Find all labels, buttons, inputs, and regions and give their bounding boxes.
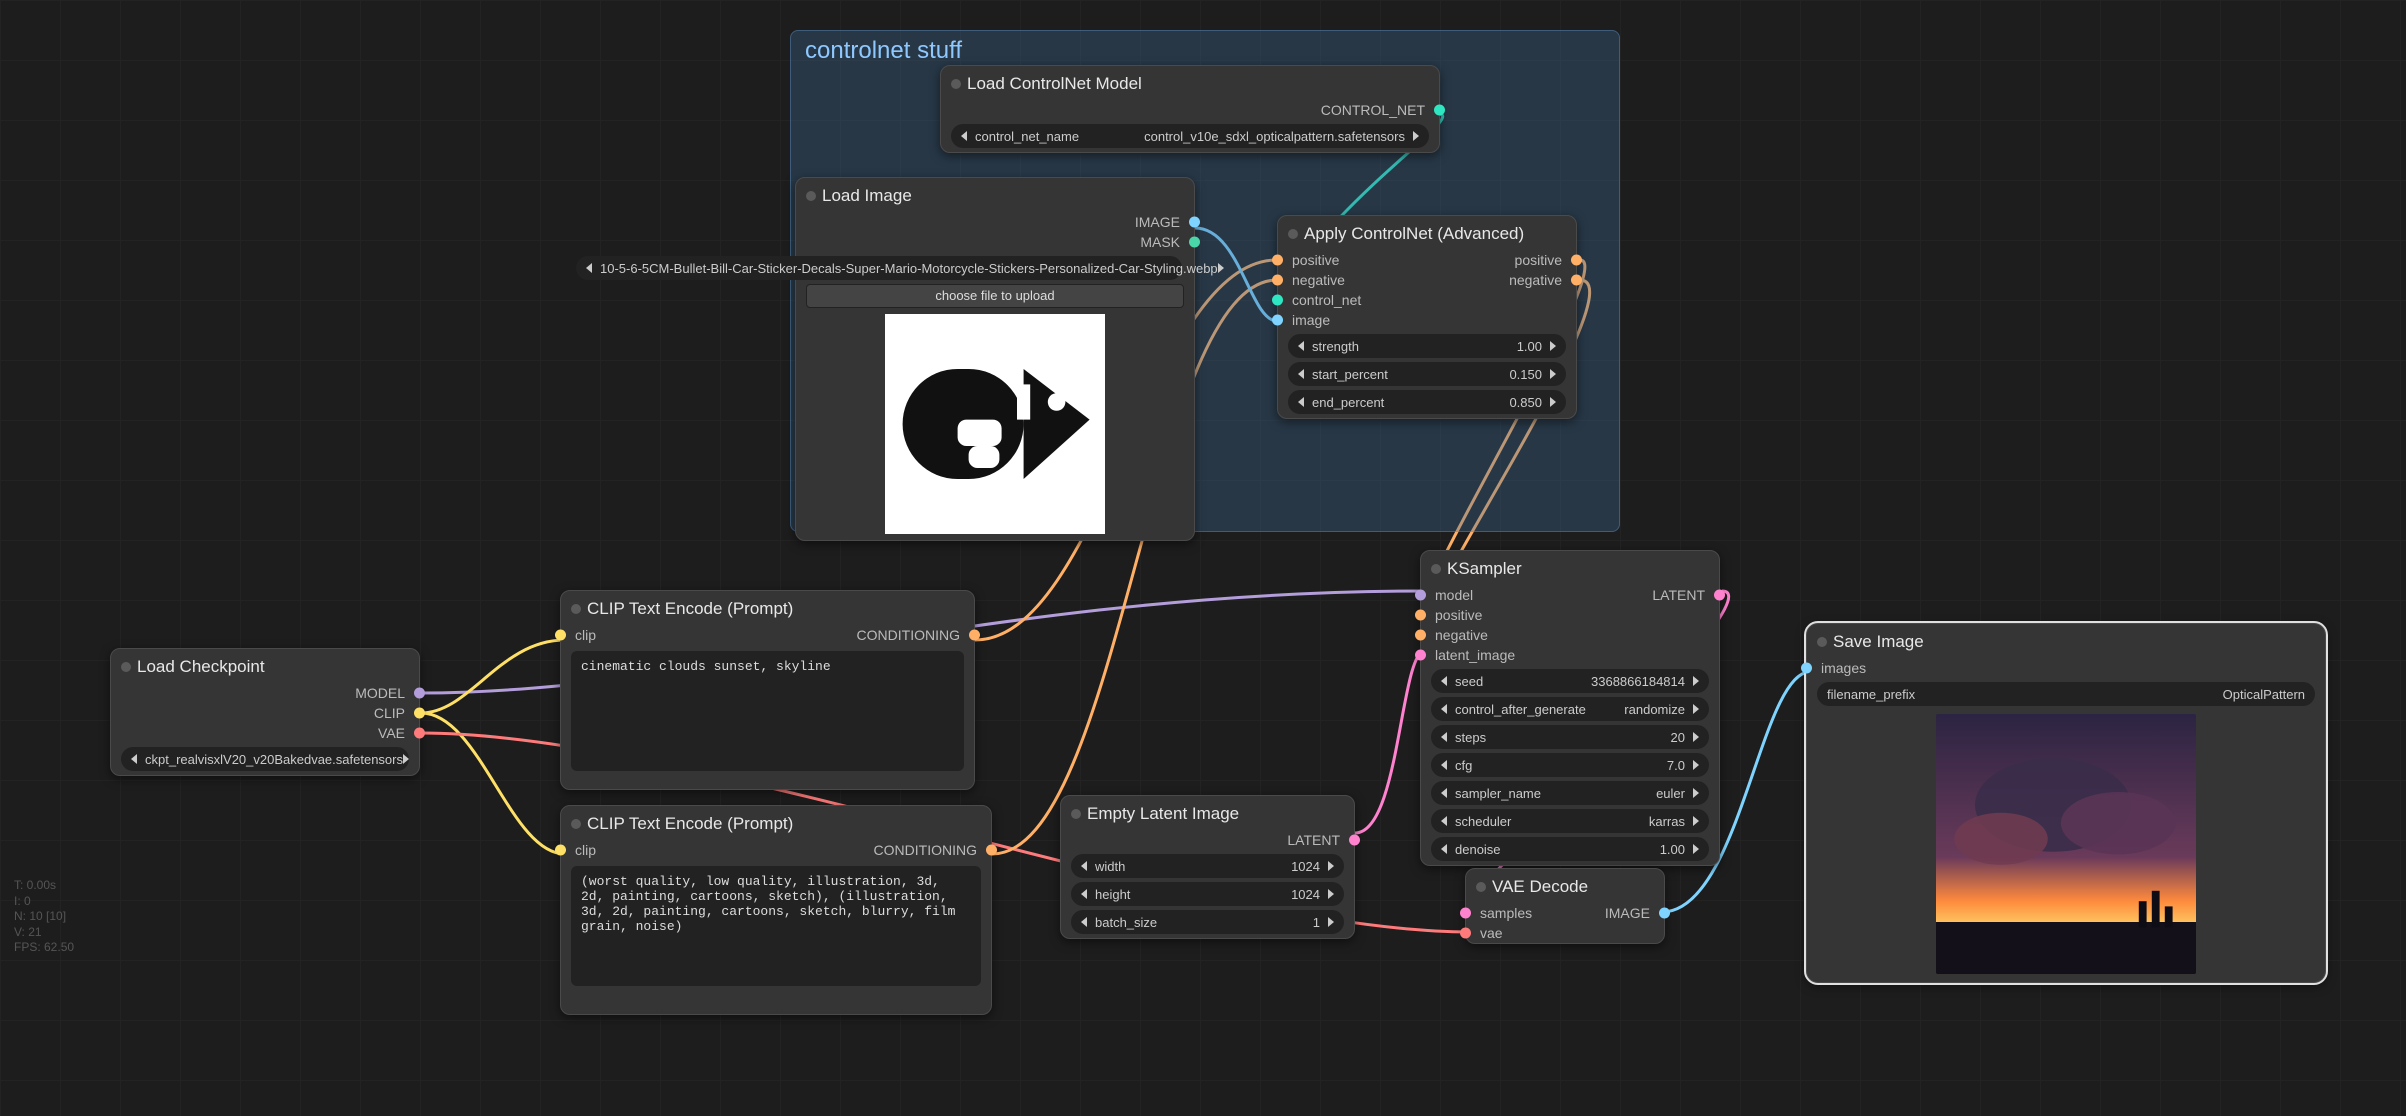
stats-overlay: T: 0.00s I: 0 N: 10 [10] V: 21 FPS: 62.5… <box>14 878 74 956</box>
node-load-controlnet-model[interactable]: Load ControlNet Model CONTROL_NET contro… <box>940 65 1440 153</box>
node-vae-decode[interactable]: VAE Decode samples vae IMAGE <box>1465 868 1665 944</box>
control-after-generate-field[interactable]: control_after_generaterandomize <box>1431 697 1709 721</box>
prompt-text[interactable]: cinematic clouds sunset, skyline <box>571 651 964 771</box>
node-load-checkpoint[interactable]: Load Checkpoint MODEL CLIP VAE ckpt_real… <box>110 648 420 776</box>
sampler-name-field[interactable]: sampler_nameeuler <box>1431 781 1709 805</box>
node-clip-negative[interactable]: CLIP Text Encode (Prompt) clip CONDITION… <box>560 805 992 1015</box>
image-preview <box>885 314 1105 534</box>
denoise-field[interactable]: denoise1.00 <box>1431 837 1709 861</box>
height-field[interactable]: height1024 <box>1071 882 1344 906</box>
control-net-name-field[interactable]: control_net_name control_v10e_sdxl_optic… <box>951 124 1429 148</box>
output-image-preview <box>1936 714 2196 974</box>
node-clip-positive[interactable]: CLIP Text Encode (Prompt) clip CONDITION… <box>560 590 975 790</box>
batch-size-field[interactable]: batch_size1 <box>1071 910 1344 934</box>
node-apply-controlnet[interactable]: Apply ControlNet (Advanced) positive neg… <box>1277 215 1577 419</box>
prompt-text[interactable]: (worst quality, low quality, illustratio… <box>571 866 981 986</box>
node-load-image[interactable]: Load Image IMAGE MASK 10-5-6-5CM-Bullet-… <box>795 177 1195 541</box>
strength-field[interactable]: strength1.00 <box>1288 334 1566 358</box>
start-percent-field[interactable]: start_percent0.150 <box>1288 362 1566 386</box>
node-title: Load Image <box>796 178 1194 212</box>
node-empty-latent[interactable]: Empty Latent Image LATENT width1024 heig… <box>1060 795 1355 939</box>
width-field[interactable]: width1024 <box>1071 854 1344 878</box>
node-ksampler[interactable]: KSampler model positive negative latent_… <box>1420 550 1720 866</box>
end-percent-field[interactable]: end_percent0.850 <box>1288 390 1566 414</box>
node-title: Apply ControlNet (Advanced) <box>1278 216 1576 250</box>
node-title: Load Checkpoint <box>111 649 419 683</box>
seed-field[interactable]: seed3368866184814 <box>1431 669 1709 693</box>
node-title: KSampler <box>1421 551 1719 585</box>
choose-file-button[interactable]: choose file to upload <box>806 284 1184 308</box>
node-title: VAE Decode <box>1466 869 1664 903</box>
node-title: CLIP Text Encode (Prompt) <box>561 591 974 625</box>
image-file-field[interactable]: 10-5-6-5CM-Bullet-Bill-Car-Sticker-Decal… <box>576 256 1182 280</box>
ckpt-name-field[interactable]: ckpt_realvisxlV20_v20Bakedvae.safetensor… <box>121 747 409 771</box>
node-title: Save Image <box>1807 624 2325 658</box>
node-title: CLIP Text Encode (Prompt) <box>561 806 991 840</box>
node-title: Empty Latent Image <box>1061 796 1354 830</box>
scheduler-field[interactable]: schedulerkarras <box>1431 809 1709 833</box>
steps-field[interactable]: steps20 <box>1431 725 1709 749</box>
cfg-field[interactable]: cfg7.0 <box>1431 753 1709 777</box>
filename-prefix-field[interactable]: filename_prefix OpticalPattern <box>1817 682 2315 706</box>
node-save-image[interactable]: Save Image images filename_prefix Optica… <box>1806 623 2326 983</box>
node-title: Load ControlNet Model <box>941 66 1439 100</box>
